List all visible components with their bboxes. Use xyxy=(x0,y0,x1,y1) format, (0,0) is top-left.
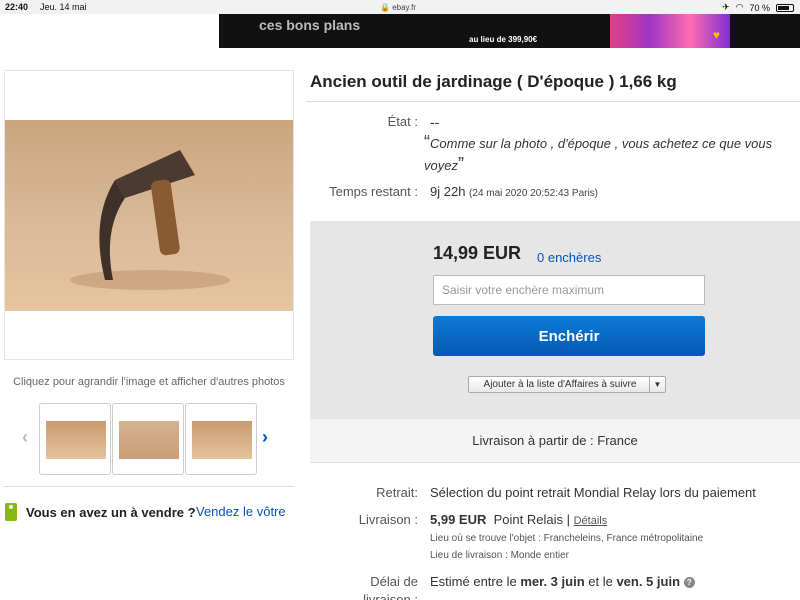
condition-label: État : xyxy=(387,114,418,129)
url-text: ebay.fr xyxy=(392,3,417,12)
estimate-date-start: mer. 3 juin xyxy=(520,574,585,589)
time-left: 9j 22h (24 mai 2020 20:52:43 Paris) xyxy=(430,184,598,199)
thumbnail[interactable] xyxy=(185,403,257,475)
max-bid-input[interactable] xyxy=(433,275,705,305)
help-icon[interactable]: ? xyxy=(683,577,695,588)
address-bar[interactable]: 🔒 ebay.fr xyxy=(380,3,416,12)
clock: 22:40 xyxy=(5,2,29,12)
sell-yours-link[interactable]: Vendez le vôtre xyxy=(196,504,286,519)
thumbnail-image xyxy=(46,421,106,459)
main-photo[interactable] xyxy=(5,120,293,311)
wifi-icon: ◠ xyxy=(735,2,744,12)
ad-banner[interactable]: ces bons plans au lieu de 399,90€ ✸ ♥ xyxy=(219,14,800,48)
ship-from: Livraison à partir de : France xyxy=(472,433,638,448)
battery-icon xyxy=(776,3,794,12)
thumbnail[interactable] xyxy=(39,403,111,475)
divider xyxy=(306,101,800,102)
airplane-icon: ✈ xyxy=(722,2,730,12)
status-icons: ✈ ◠ 70 % xyxy=(722,2,794,13)
thumbnail[interactable] xyxy=(112,403,184,475)
time-left-label: Temps restant : xyxy=(329,184,418,199)
main-photo-frame[interactable] xyxy=(4,70,294,360)
status-bar: 22:40 Jeu. 14 mai 🔒 ebay.fr ✈ ◠ 70 % xyxy=(0,0,800,14)
estimate-prefix: Estimé entre le xyxy=(430,574,521,589)
thumbnail-image xyxy=(192,421,252,459)
estimate-date-end: ven. 5 juin xyxy=(616,574,681,589)
delivery-price: 5,99 EUR xyxy=(430,512,487,527)
delivery-time-label-2: livraison : xyxy=(363,592,418,600)
delivery-label: Livraison : xyxy=(358,512,418,527)
shipping-details-link[interactable]: Détails xyxy=(574,515,608,527)
next-arrow-icon[interactable]: › xyxy=(262,427,268,448)
bids-count-link[interactable]: 0 enchères xyxy=(537,250,601,265)
hoe-illustration xyxy=(70,150,230,290)
item-location: Lieu où se trouve l'objet : Francheleins… xyxy=(430,533,704,544)
ad-text: ces bons plans xyxy=(259,17,361,33)
item-title: Ancien outil de jardinage ( D'époque ) 1… xyxy=(310,72,677,91)
delivery-method: Point Relais | xyxy=(493,512,570,527)
date: Jeu. 14 mai xyxy=(40,2,87,12)
watchlist-label: Ajouter à la liste d'Affaires à suivre xyxy=(483,379,637,390)
place-bid-button[interactable]: Enchérir xyxy=(433,316,705,356)
pickup-label: Retrait: xyxy=(376,485,418,500)
seller-note: “Comme sur la photo , d'époque , vous ac… xyxy=(424,132,796,176)
seller-note-text: Comme sur la photo , d'époque , vous ach… xyxy=(424,136,773,173)
add-to-watchlist-button[interactable]: Ajouter à la liste d'Affaires à suivre ▼ xyxy=(468,376,666,393)
delivery-estimate: Estimé entre le mer. 3 juin et le ven. 5… xyxy=(430,574,695,589)
delivery-info: 5,99 EUR Point Relais | Détails xyxy=(430,512,607,527)
previous-arrow-icon[interactable]: ‹ xyxy=(22,427,28,448)
delivery-time-label: Délai de xyxy=(370,574,418,589)
time-left-value: 9j 22h xyxy=(430,184,466,199)
pickup-value: Sélection du point retrait Mondial Relay… xyxy=(430,485,756,500)
ship-to: Lieu de livraison : Monde entier xyxy=(430,550,569,561)
condition-value: -- xyxy=(430,114,440,130)
sell-question: Vous en avez un à vendre ? xyxy=(26,505,196,520)
divider xyxy=(4,486,294,487)
battery-level: 70 % xyxy=(749,2,770,13)
chevron-down-icon[interactable]: ▼ xyxy=(649,377,665,392)
end-date: (24 mai 2020 20:52:43 Paris) xyxy=(469,188,599,199)
ad-price: au lieu de 399,90€ xyxy=(469,35,538,44)
price-tag-icon xyxy=(5,503,17,521)
estimate-mid: et le xyxy=(584,574,617,589)
close-quote: ” xyxy=(457,154,464,174)
current-price: 14,99 EUR xyxy=(433,243,522,263)
thumbnail-image xyxy=(119,421,179,459)
heart-icon: ♥ xyxy=(712,28,720,42)
gallery-caption: Cliquez pour agrandir l'image et affiche… xyxy=(13,376,285,388)
